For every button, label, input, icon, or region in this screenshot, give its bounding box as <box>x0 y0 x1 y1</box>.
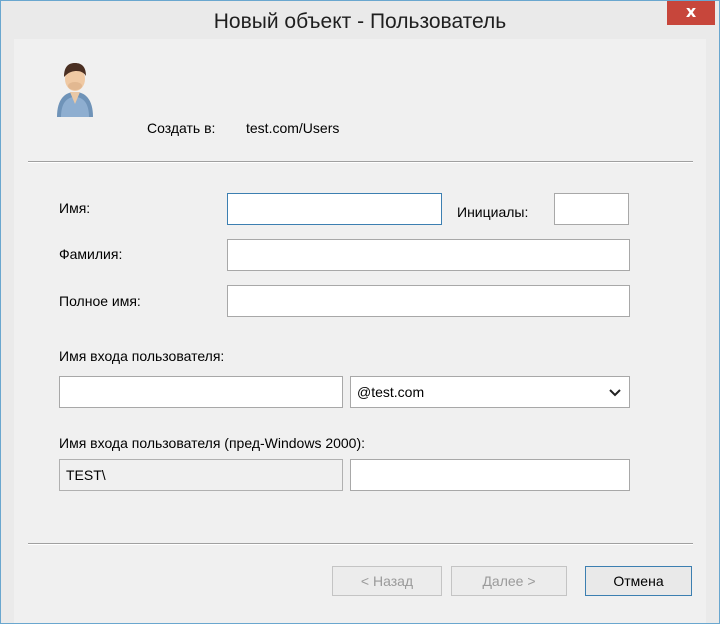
create-in-label: Создать в: <box>147 120 216 136</box>
window-title: Новый объект - Пользователь <box>213 10 507 33</box>
first-name-label: Имя: <box>59 200 91 216</box>
back-button[interactable]: < Назад <box>332 566 442 596</box>
next-button[interactable]: Далее > <box>451 566 567 596</box>
chevron-down-icon <box>609 389 621 397</box>
close-icon: x <box>685 2 697 21</box>
last-name-input[interactable] <box>227 239 630 271</box>
pre2000-domain-value: TEST\ <box>66 467 106 483</box>
logon-name-input[interactable] <box>59 376 343 408</box>
dialog-client-area <box>14 39 706 623</box>
full-name-input[interactable] <box>227 285 630 317</box>
logon-name-label: Имя входа пользователя: <box>59 348 225 364</box>
first-name-input[interactable] <box>227 193 442 225</box>
pre2000-logon-input[interactable] <box>350 459 630 491</box>
upn-suffix-select[interactable]: @test.com <box>350 376 630 408</box>
pre2000-domain-field: TEST\ <box>59 459 343 491</box>
separator-top <box>28 161 693 163</box>
title-bar[interactable]: Новый объект - Пользователь x <box>1 1 719 39</box>
pre2000-logon-label: Имя входа пользователя (пред-Windows 200… <box>59 435 366 451</box>
last-name-label: Фамилия: <box>59 246 123 262</box>
upn-suffix-value: @test.com <box>357 384 425 400</box>
create-in-path: test.com/Users <box>246 120 340 136</box>
initials-label: Инициалы: <box>457 204 529 220</box>
user-icon <box>57 63 93 117</box>
dialog-window: Новый объект - Пользователь x Создать в:… <box>0 0 720 624</box>
cancel-button[interactable]: Отмена <box>585 566 692 596</box>
close-button[interactable]: x <box>667 1 715 25</box>
full-name-label: Полное имя: <box>59 293 141 309</box>
initials-input[interactable] <box>554 193 629 225</box>
separator-bottom <box>28 543 693 545</box>
